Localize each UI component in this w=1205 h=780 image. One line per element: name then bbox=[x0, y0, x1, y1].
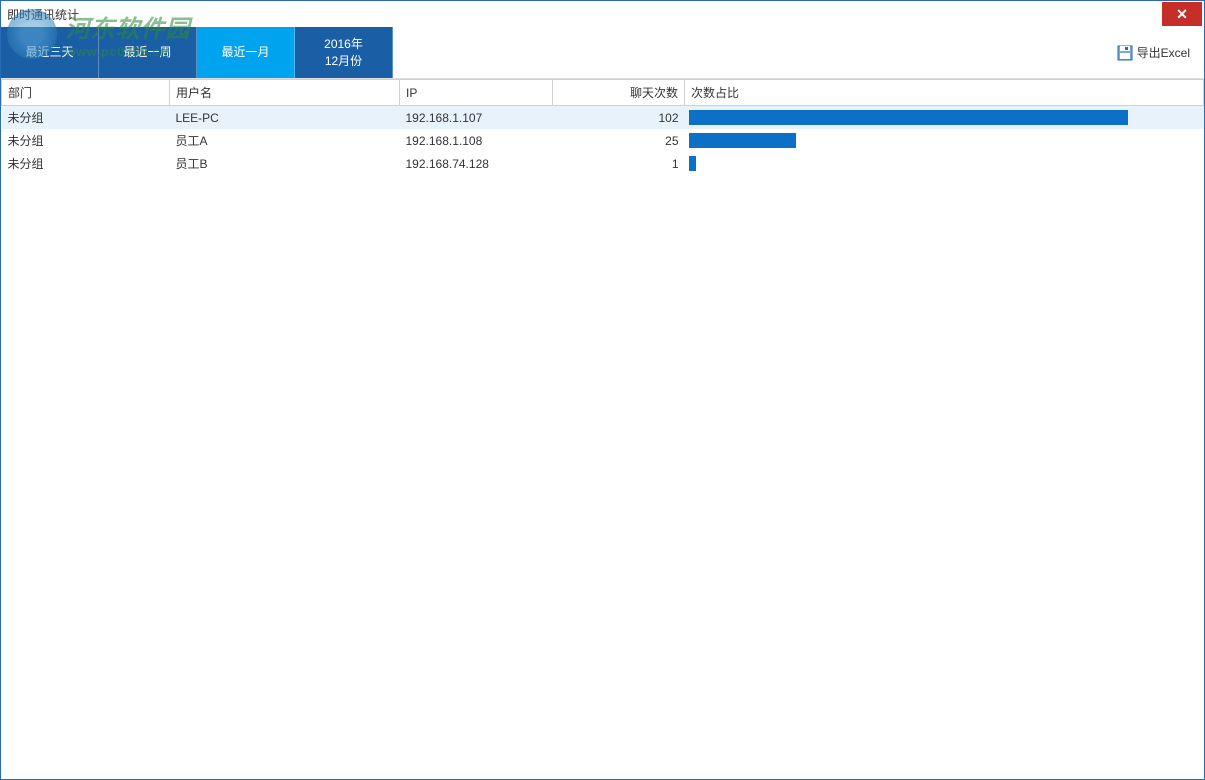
tab-recent-month[interactable]: 最近一月 bbox=[197, 27, 295, 78]
cell-user: LEE-PC bbox=[170, 106, 400, 130]
tab-label: 最近一周 bbox=[123, 44, 171, 61]
tab-label: 2016年 12月份 bbox=[324, 36, 363, 70]
close-icon: ✕ bbox=[1176, 6, 1188, 23]
ratio-bar bbox=[689, 110, 1128, 125]
titlebar: 即时通讯统计 ✕ bbox=[1, 1, 1204, 27]
table-container: 部门 用户名 IP 聊天次数 次数占比 未分组LEE-PC192.168.1.1… bbox=[1, 79, 1204, 779]
tab-label: 最近一月 bbox=[221, 44, 269, 61]
header-user[interactable]: 用户名 bbox=[170, 80, 400, 106]
table-row[interactable]: 未分组员工A192.168.1.10825 bbox=[2, 129, 1204, 152]
cell-dept: 未分组 bbox=[2, 129, 170, 152]
cell-user: 员工B bbox=[170, 152, 400, 175]
header-ratio[interactable]: 次数占比 bbox=[685, 80, 1204, 106]
cell-ratio bbox=[685, 129, 1204, 152]
header-ip[interactable]: IP bbox=[400, 80, 553, 106]
save-icon bbox=[1117, 45, 1133, 61]
cell-count: 102 bbox=[553, 106, 685, 130]
cell-count: 1 bbox=[553, 152, 685, 175]
cell-dept: 未分组 bbox=[2, 152, 170, 175]
table-row[interactable]: 未分组LEE-PC192.168.1.107102 bbox=[2, 106, 1204, 130]
cell-dept: 未分组 bbox=[2, 106, 170, 130]
tab-year-month[interactable]: 2016年 12月份 bbox=[295, 27, 393, 78]
tab-recent-3days[interactable]: 最近三天 bbox=[1, 27, 99, 78]
cell-ratio bbox=[685, 152, 1204, 175]
cell-count: 25 bbox=[553, 129, 685, 152]
cell-user: 员工A bbox=[170, 129, 400, 152]
close-button[interactable]: ✕ bbox=[1162, 2, 1202, 26]
tab-label: 最近三天 bbox=[25, 44, 73, 61]
cell-ip: 192.168.74.128 bbox=[400, 152, 553, 175]
cell-ip: 192.168.1.107 bbox=[400, 106, 553, 130]
stats-table: 部门 用户名 IP 聊天次数 次数占比 未分组LEE-PC192.168.1.1… bbox=[1, 79, 1204, 175]
header-count[interactable]: 聊天次数 bbox=[553, 80, 685, 106]
window-title: 即时通讯统计 bbox=[7, 6, 79, 23]
export-excel-button[interactable]: 导出Excel bbox=[1103, 27, 1204, 78]
cell-ip: 192.168.1.108 bbox=[400, 129, 553, 152]
ratio-bar bbox=[689, 133, 797, 148]
tab-recent-week[interactable]: 最近一周 bbox=[99, 27, 197, 78]
toolbar: 最近三天 最近一周 最近一月 2016年 12月份 导出Excel bbox=[1, 27, 1204, 79]
table-header-row: 部门 用户名 IP 聊天次数 次数占比 bbox=[2, 80, 1204, 106]
table-row[interactable]: 未分组员工B192.168.74.1281 bbox=[2, 152, 1204, 175]
export-label: 导出Excel bbox=[1137, 44, 1190, 61]
header-dept[interactable]: 部门 bbox=[2, 80, 170, 106]
ratio-bar bbox=[689, 156, 697, 171]
cell-ratio bbox=[685, 106, 1204, 130]
